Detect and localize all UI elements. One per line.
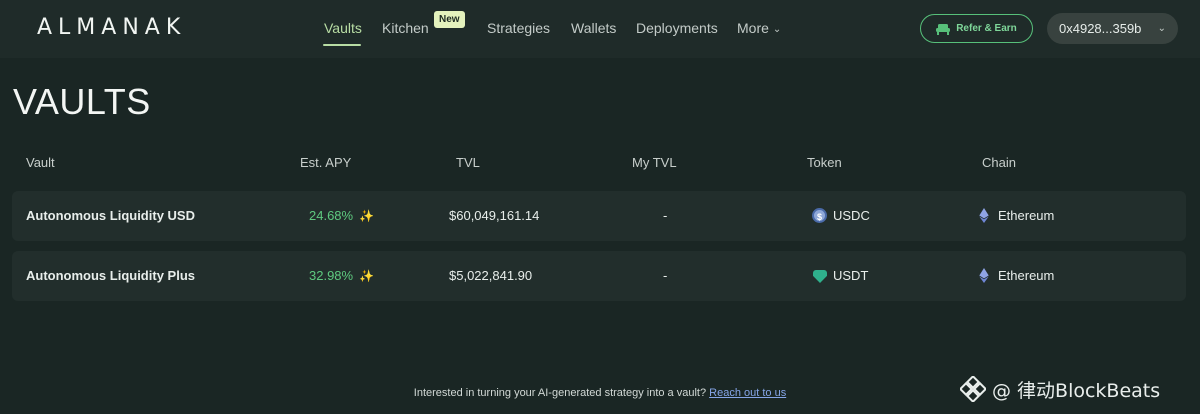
nav-kitchen[interactable]: Kitchen [382, 19, 429, 37]
column-header-vault: Vault [26, 155, 55, 170]
vault-name: Autonomous Liquidity USD [26, 208, 195, 223]
chevron-down-icon: ⌄ [1157, 23, 1166, 34]
nav-strategies[interactable]: Strategies [487, 19, 550, 37]
nav-wallets[interactable]: Wallets [571, 19, 616, 37]
table-row[interactable]: Autonomous Liquidity Plus 32.98% ✨ $5,022… [12, 251, 1186, 301]
sparkle-icon: ✨ [359, 269, 375, 283]
vault-name: Autonomous Liquidity Plus [26, 268, 195, 283]
apy-value: 24.68% ✨ [309, 207, 374, 225]
sofa-icon [936, 23, 951, 35]
nav-vaults[interactable]: Vaults [324, 19, 362, 37]
watermark-text: @ 律动BlockBeats [992, 379, 1161, 402]
nav-more[interactable]: More ⌄ [737, 19, 781, 39]
ethereum-icon [979, 208, 989, 223]
top-navbar: ALMANAK Vaults Kitchen New Strategies Wa… [0, 0, 1200, 58]
wallet-address: 0x4928...359b [1059, 21, 1142, 36]
token-cell: USDT [813, 267, 868, 285]
sparkle-icon: ✨ [359, 209, 375, 223]
column-header-tvl[interactable]: TVL [456, 155, 480, 171]
usdc-icon [812, 208, 827, 226]
refer-earn-button[interactable]: Refer & Earn [920, 14, 1033, 43]
tvl-value: $60,049,161.14 [449, 208, 540, 223]
chain-cell: Ethereum [979, 267, 1054, 285]
column-header-my-tvl[interactable]: My TVL [632, 155, 677, 171]
nav-active-indicator [323, 44, 361, 46]
blockbeats-logo-icon [960, 376, 986, 402]
apy-text: 32.98% [309, 268, 354, 283]
chain-cell: Ethereum [979, 207, 1054, 225]
apy-value: 32.98% ✨ [309, 267, 374, 285]
my-tvl-value: - [663, 208, 668, 223]
token-symbol: USDT [833, 268, 869, 283]
token-cell: USDC [812, 207, 870, 226]
tvl-value: $5,022,841.90 [449, 268, 533, 283]
page-title: VAULTS [13, 81, 151, 122]
almanak-logo[interactable]: ALMANAK [37, 16, 186, 40]
wallet-address-button[interactable]: 0x4928...359b ⌄ [1047, 13, 1178, 44]
token-symbol: USDC [833, 208, 870, 223]
chevron-down-icon: ⌄ [772, 24, 782, 35]
my-tvl-value: - [663, 268, 668, 283]
new-badge: New [434, 11, 465, 28]
chain-name: Ethereum [998, 208, 1055, 223]
column-header-apy[interactable]: Est. APY [300, 155, 351, 171]
nav-more-label: More [737, 20, 769, 36]
ethereum-icon [979, 268, 989, 283]
watermark: @ 律动BlockBeats [960, 376, 1160, 402]
column-header-chain: Chain [982, 155, 1016, 170]
refer-earn-label: Refer & Earn [956, 23, 1017, 34]
chain-name: Ethereum [998, 268, 1055, 283]
usdt-icon [813, 270, 827, 283]
reach-out-link[interactable]: Reach out to us [709, 387, 786, 399]
apy-text: 24.68% [309, 208, 354, 223]
nav-deployments[interactable]: Deployments [636, 19, 718, 37]
column-header-token: Token [807, 155, 842, 170]
footer-text: Interested in turning your AI-generated … [413, 387, 707, 399]
table-row[interactable]: Autonomous Liquidity USD 24.68% ✨ $60,049… [12, 191, 1186, 241]
